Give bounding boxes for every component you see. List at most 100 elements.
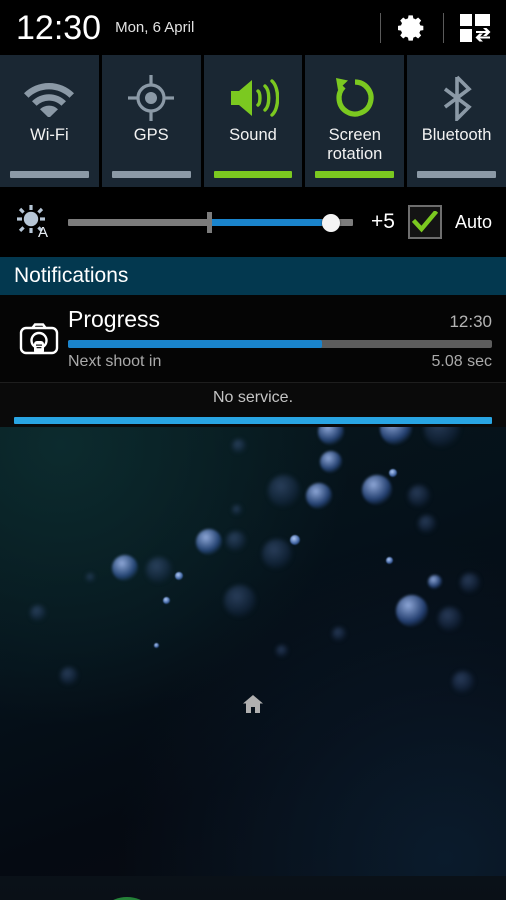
camera-icon [10, 321, 68, 357]
header-divider-1 [380, 12, 381, 43]
brightness-auto-icon: A [12, 202, 56, 242]
bokeh-circle [408, 485, 430, 507]
header-divider-2 [443, 12, 444, 43]
brightness-slider-tick [207, 212, 213, 233]
quick-tile-sound[interactable]: Sound [203, 55, 303, 187]
service-status-bar: No service. [0, 383, 506, 413]
screen-rotation-icon [332, 72, 378, 124]
gps-icon [127, 72, 175, 124]
quick-tile-label: GPS [133, 126, 169, 144]
settings-button[interactable] [395, 11, 429, 45]
bokeh-circle [196, 529, 222, 555]
bokeh-circle [389, 469, 397, 477]
quick-tile-label: Wi-Fi [30, 126, 69, 144]
sound-icon [227, 72, 279, 124]
quick-tile-state-bar [10, 171, 89, 178]
dock-app-apps[interactable]: Apps [300, 896, 460, 900]
bluetooth-icon [440, 72, 474, 124]
bokeh-circle [362, 475, 392, 505]
bokeh-circle [146, 557, 172, 583]
quick-tile-label-line1: Screen [328, 126, 381, 144]
bokeh-circle [460, 573, 480, 593]
bokeh-circle [268, 475, 300, 507]
gear-icon [398, 14, 424, 41]
bokeh-circle [418, 515, 436, 533]
notification-subtitle-row: Next shoot in 5.08 sec [68, 353, 492, 371]
shade-handle-area[interactable] [0, 413, 506, 427]
bokeh-circle [452, 671, 474, 693]
bokeh-circle [163, 597, 170, 604]
brightness-slider[interactable] [68, 205, 353, 239]
svg-text:A: A [38, 224, 48, 241]
bokeh-circle [318, 427, 344, 445]
auto-brightness-label: Auto [454, 211, 492, 232]
bokeh-circle [290, 535, 300, 545]
notification-item[interactable]: Progress 12:30 Next shoot in 5.08 sec [0, 295, 506, 383]
quick-tile-state-bar [315, 171, 395, 178]
notification-subtitle: Next shoot in [68, 353, 162, 370]
notification-title-row: Progress 12:30 [68, 306, 492, 333]
bokeh-circle [112, 555, 138, 581]
bokeh-circle [30, 605, 46, 621]
apps-grid-icon[interactable] [346, 896, 414, 900]
bokeh-circle [232, 439, 246, 453]
quick-settings-row: Wi-Fi GPS Sound Screen rotation Bluetoot… [0, 55, 506, 187]
quick-tile-state-bar [213, 171, 293, 178]
brightness-row: A +5 Auto [0, 187, 506, 257]
quick-tile-label: Screen rotation [324, 126, 385, 164]
quick-tile-label: Sound [229, 126, 277, 144]
bokeh-circle [276, 645, 288, 657]
dock: Camera I... [0, 876, 506, 900]
home-page-indicator [241, 692, 265, 716]
notification-body: Progress 12:30 Next shoot in 5.08 sec [68, 306, 494, 371]
camera-app-icon[interactable] [93, 896, 161, 900]
notifications-title: Notifications [14, 264, 129, 287]
bokeh-circle [438, 607, 462, 631]
dock-app-camera[interactable]: Camera I... [47, 896, 207, 900]
brightness-slider-fill [210, 219, 322, 226]
bokeh-circle [396, 595, 428, 627]
multi-window-icon [460, 13, 491, 42]
bokeh-circle [60, 667, 78, 685]
quick-tile-bluetooth[interactable]: Bluetooth [407, 55, 506, 187]
check-icon [411, 211, 438, 233]
bokeh-circle [154, 643, 159, 648]
android-notification-shade: 12:30 Mon, 6 April Wi-Fi GPS Sound Scree… [0, 0, 506, 900]
quick-tile-label: Bluetooth [421, 126, 492, 144]
bokeh-circle [424, 427, 460, 447]
status-bar: 12:30 Mon, 6 April [0, 0, 506, 55]
notification-value: 5.08 sec [431, 353, 492, 370]
clock: 12:30 [16, 8, 102, 47]
home-screen-wallpaper [0, 427, 506, 876]
wifi-icon [23, 72, 75, 124]
quick-tile-state-bar [417, 171, 496, 178]
brightness-slider-thumb[interactable] [321, 213, 340, 232]
notifications-header: Notifications [0, 257, 506, 295]
bokeh-circle [232, 505, 242, 515]
notification-progress-fill [68, 340, 323, 348]
quick-tile-state-bar [111, 171, 191, 178]
bokeh-circle [428, 575, 442, 589]
home-icon [243, 695, 263, 713]
service-status-label: No service. [212, 389, 294, 406]
date-label: Mon, 6 April [115, 18, 195, 36]
auto-brightness-checkbox[interactable] [407, 205, 442, 239]
quick-tile-label-line2: rotation [327, 145, 383, 163]
bokeh-circle [262, 539, 292, 569]
bokeh-circle [306, 483, 332, 509]
notification-title: Progress [68, 306, 161, 332]
bokeh-circle [380, 427, 412, 445]
bokeh-circle [332, 627, 346, 641]
quick-tile-wifi[interactable]: Wi-Fi [0, 55, 99, 187]
bokeh-circle [226, 531, 246, 551]
notification-time: 12:30 [449, 312, 492, 331]
shade-handle-bar[interactable] [14, 416, 492, 424]
bokeh-circle [320, 451, 342, 473]
bokeh-circle [386, 557, 393, 564]
quick-panel-toggle-button[interactable] [458, 11, 492, 45]
quick-tile-gps[interactable]: GPS [101, 55, 201, 187]
bokeh-circle [175, 572, 183, 580]
quick-tile-screen-rotation[interactable]: Screen rotation [305, 55, 405, 187]
bokeh-circle [224, 585, 256, 617]
bokeh-circle [86, 573, 95, 582]
